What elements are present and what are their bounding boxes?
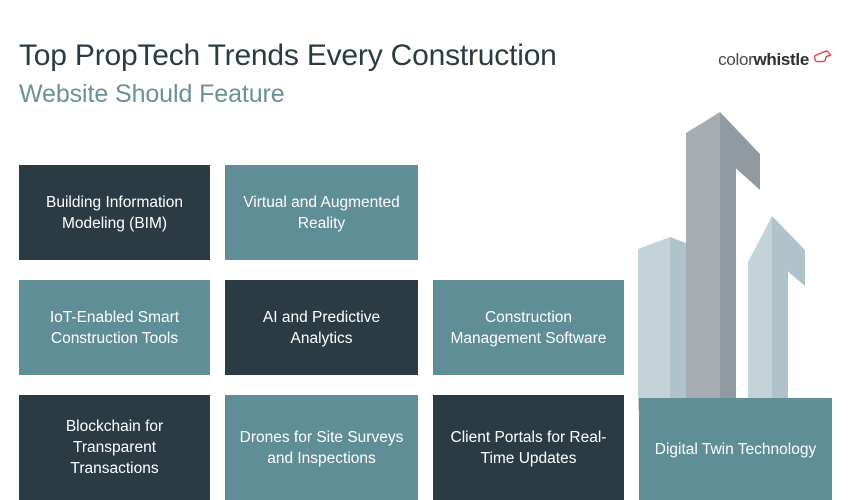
card-client-portals[interactable]: Client Portals for Real-Time Updates (433, 395, 624, 500)
card-label: AI and Predictive Analytics (262, 308, 381, 347)
card-ai[interactable]: AI and Predictive Analytics (225, 280, 418, 375)
card-label: Construction Management Software (450, 308, 607, 347)
card-drones[interactable]: Drones for Site Surveys and Inspections (225, 395, 418, 500)
card-label: Virtual and Augmented Reality (243, 193, 400, 232)
card-label: Digital Twin Technology (654, 440, 817, 458)
infographic-canvas: Top PropTech Trends Every Construction W… (0, 0, 850, 500)
card-iot[interactable]: IoT-Enabled Smart Construction Tools (19, 280, 210, 375)
card-digital-twin[interactable]: Digital Twin Technology (639, 398, 832, 500)
card-bim[interactable]: Building Information Modeling (BIM) (19, 165, 210, 260)
card-label: Building Information Modeling (BIM) (46, 193, 183, 232)
card-label: Client Portals for Real-Time Updates (450, 428, 607, 467)
card-blockchain[interactable]: Blockchain for Transparent Transactions (19, 395, 210, 500)
card-ar-vr[interactable]: Virtual and Augmented Reality (225, 165, 418, 260)
card-label: IoT-Enabled Smart Construction Tools (49, 308, 180, 347)
trend-card-grid: Building Information Modeling (BIM) Virt… (0, 0, 850, 500)
card-label: Blockchain for Transparent Transactions (65, 418, 164, 477)
card-management-software[interactable]: Construction Management Software (433, 280, 624, 375)
card-label: Drones for Site Surveys and Inspections (239, 428, 404, 467)
